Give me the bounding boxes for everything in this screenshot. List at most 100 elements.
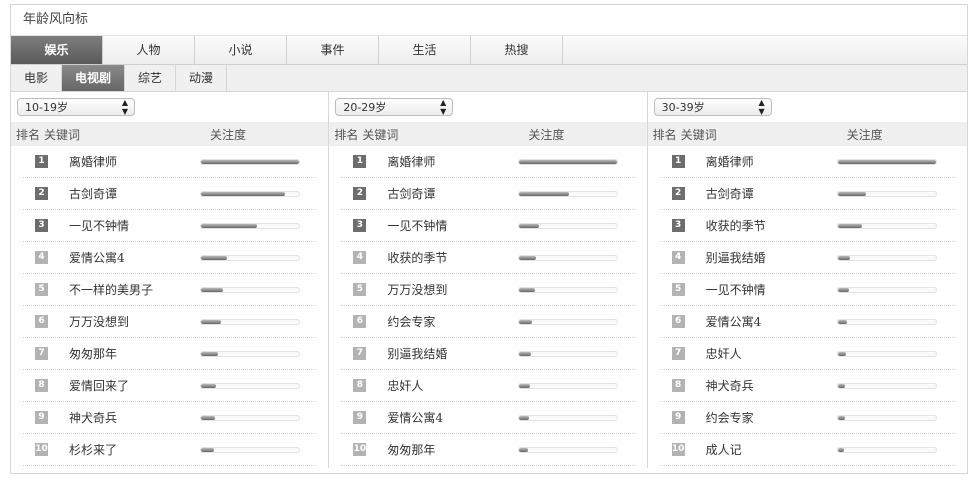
keyword-link[interactable]: 离婚律师 bbox=[69, 153, 200, 170]
keyword-link[interactable]: 匆匆那年 bbox=[387, 441, 518, 458]
rank-badge: 10 bbox=[353, 443, 367, 456]
attention-bar bbox=[518, 446, 619, 453]
attention-bar bbox=[200, 286, 300, 293]
rank-badge: 5 bbox=[671, 283, 685, 296]
attention-bar-fill bbox=[837, 447, 844, 452]
age-group-select[interactable]: 10-19岁 ▲ ▼ bbox=[17, 98, 135, 116]
rank-badge: 4 bbox=[353, 251, 367, 264]
keyword-link[interactable]: 一见不钟情 bbox=[387, 217, 518, 234]
list-item: 7 忠奸人 bbox=[659, 338, 955, 370]
attention-bar bbox=[200, 254, 300, 261]
keyword-link[interactable]: 别逼我结婚 bbox=[387, 345, 518, 362]
attention-bar-fill bbox=[519, 351, 532, 356]
list-item: 1 离婚律师 bbox=[23, 146, 317, 178]
keyword-link[interactable]: 匆匆那年 bbox=[69, 345, 200, 362]
keyword-link[interactable]: 离婚律师 bbox=[387, 153, 518, 170]
attention-bar-fill bbox=[519, 223, 539, 228]
attention-bar bbox=[200, 190, 300, 197]
keyword-link[interactable]: 成人记 bbox=[706, 441, 837, 458]
keyword-link[interactable]: 忠奸人 bbox=[706, 345, 837, 362]
updown-arrows-icon: ▲ ▼ bbox=[758, 98, 765, 116]
tab-entertainment[interactable]: 娱乐 bbox=[11, 36, 103, 64]
keyword-link[interactable]: 古剑奇谭 bbox=[69, 185, 200, 202]
keyword-link[interactable]: 神犬奇兵 bbox=[706, 377, 837, 394]
keyword-link[interactable]: 约会专家 bbox=[387, 313, 518, 330]
list-item: 4 收获的季节 bbox=[341, 242, 635, 274]
keyword-link[interactable]: 收获的季节 bbox=[706, 217, 837, 234]
rank-badge: 1 bbox=[353, 155, 367, 168]
list-item: 2 古剑奇谭 bbox=[23, 178, 317, 210]
rank-badge: 3 bbox=[353, 219, 367, 232]
updown-arrows-icon: ▲ ▼ bbox=[121, 98, 128, 116]
keyword-link[interactable]: 离婚律师 bbox=[706, 153, 837, 170]
header-rank: 排名 bbox=[15, 127, 40, 142]
keyword-link[interactable]: 古剑奇谭 bbox=[706, 185, 837, 202]
attention-bar bbox=[518, 286, 619, 293]
keyword-link[interactable]: 约会专家 bbox=[706, 409, 837, 426]
list-item: 9 约会专家 bbox=[659, 402, 955, 434]
attention-bar-fill bbox=[837, 319, 848, 324]
main-tabs: 娱乐 人物 小说 事件 生活 热搜 bbox=[11, 36, 967, 65]
keyword-link[interactable]: 神犬奇兵 bbox=[69, 409, 200, 426]
tab-novels[interactable]: 小说 bbox=[195, 36, 287, 64]
list-item: 3 收获的季节 bbox=[659, 210, 955, 242]
rank-badge: 3 bbox=[671, 219, 685, 232]
attention-bar-fill bbox=[837, 351, 847, 356]
attention-bar bbox=[836, 254, 937, 261]
keyword-link[interactable]: 杉杉来了 bbox=[69, 441, 200, 458]
attention-bar-fill bbox=[519, 415, 530, 420]
ranking-column: 30-39岁 ▲ ▼ 排名 关键词 关注度 1 离婚律师 2 古剑奇谭 3 收获的季节 4 别逼我结婚 5 一… bbox=[647, 92, 967, 468]
attention-bar bbox=[518, 222, 619, 229]
keyword-link[interactable]: 爱情公寓4 bbox=[69, 249, 200, 266]
attention-bar bbox=[200, 414, 300, 421]
attention-bar bbox=[200, 446, 300, 453]
tab-life[interactable]: 生活 bbox=[379, 36, 471, 64]
keyword-link[interactable]: 不一样的美男子 bbox=[69, 281, 200, 298]
list-item: 6 爱情公寓4 bbox=[659, 306, 955, 338]
header-keyword: 关键词 bbox=[680, 127, 717, 142]
keyword-link[interactable]: 爱情公寓4 bbox=[706, 313, 837, 330]
subtab-variety[interactable]: 综艺 bbox=[125, 65, 177, 91]
attention-bar-fill bbox=[519, 319, 533, 324]
subtab-movies[interactable]: 电影 bbox=[11, 65, 63, 91]
age-group-select[interactable]: 30-39岁 ▲ ▼ bbox=[653, 98, 772, 116]
attention-bar-fill bbox=[201, 383, 216, 388]
keyword-link[interactable]: 忠奸人 bbox=[387, 377, 518, 394]
age-group-select[interactable]: 20-29岁 ▲ ▼ bbox=[335, 98, 454, 116]
keyword-link[interactable]: 万万没想到 bbox=[69, 313, 200, 330]
keyword-link[interactable]: 一见不钟情 bbox=[706, 281, 837, 298]
list-item: 8 爱情回来了 bbox=[23, 370, 317, 402]
widget-title: 年龄风向标 bbox=[11, 5, 967, 36]
attention-bar bbox=[518, 254, 619, 261]
tab-events[interactable]: 事件 bbox=[287, 36, 379, 64]
attention-bar-fill bbox=[837, 223, 863, 228]
list-item: 3 一见不钟情 bbox=[341, 210, 635, 242]
keyword-link[interactable]: 别逼我结婚 bbox=[706, 249, 837, 266]
attention-bar bbox=[836, 190, 937, 197]
attention-bar bbox=[836, 414, 937, 421]
attention-bar-fill bbox=[837, 383, 846, 388]
rank-badge: 4 bbox=[35, 251, 48, 264]
keyword-link[interactable]: 爱情回来了 bbox=[69, 377, 200, 394]
attention-bar bbox=[200, 318, 300, 325]
attention-bar bbox=[200, 158, 300, 165]
rank-badge: 5 bbox=[353, 283, 367, 296]
header-attention: 关注度 bbox=[846, 127, 883, 142]
subtab-anime[interactable]: 动漫 bbox=[176, 65, 228, 91]
keyword-link[interactable]: 万万没想到 bbox=[387, 281, 518, 298]
list-item: 5 一见不钟情 bbox=[659, 274, 955, 306]
keyword-link[interactable]: 古剑奇谭 bbox=[387, 185, 518, 202]
subtab-tv-series[interactable]: 电视剧 bbox=[62, 65, 126, 91]
keyword-link[interactable]: 一见不钟情 bbox=[69, 217, 200, 234]
age-trend-widget: 年龄风向标 娱乐 人物 小说 事件 生活 热搜 电影 电视剧 综艺 动漫 10-… bbox=[10, 4, 968, 474]
rank-badge: 6 bbox=[353, 315, 367, 328]
keyword-link[interactable]: 爱情公寓4 bbox=[387, 409, 518, 426]
attention-bar bbox=[518, 414, 619, 421]
tab-hot-search[interactable]: 热搜 bbox=[471, 36, 563, 64]
tab-people[interactable]: 人物 bbox=[103, 36, 195, 64]
attention-bar-fill bbox=[201, 223, 257, 228]
list-item: 4 别逼我结婚 bbox=[659, 242, 955, 274]
attention-bar-fill bbox=[201, 159, 299, 164]
header-rank: 排名 bbox=[652, 127, 677, 142]
keyword-link[interactable]: 收获的季节 bbox=[387, 249, 518, 266]
